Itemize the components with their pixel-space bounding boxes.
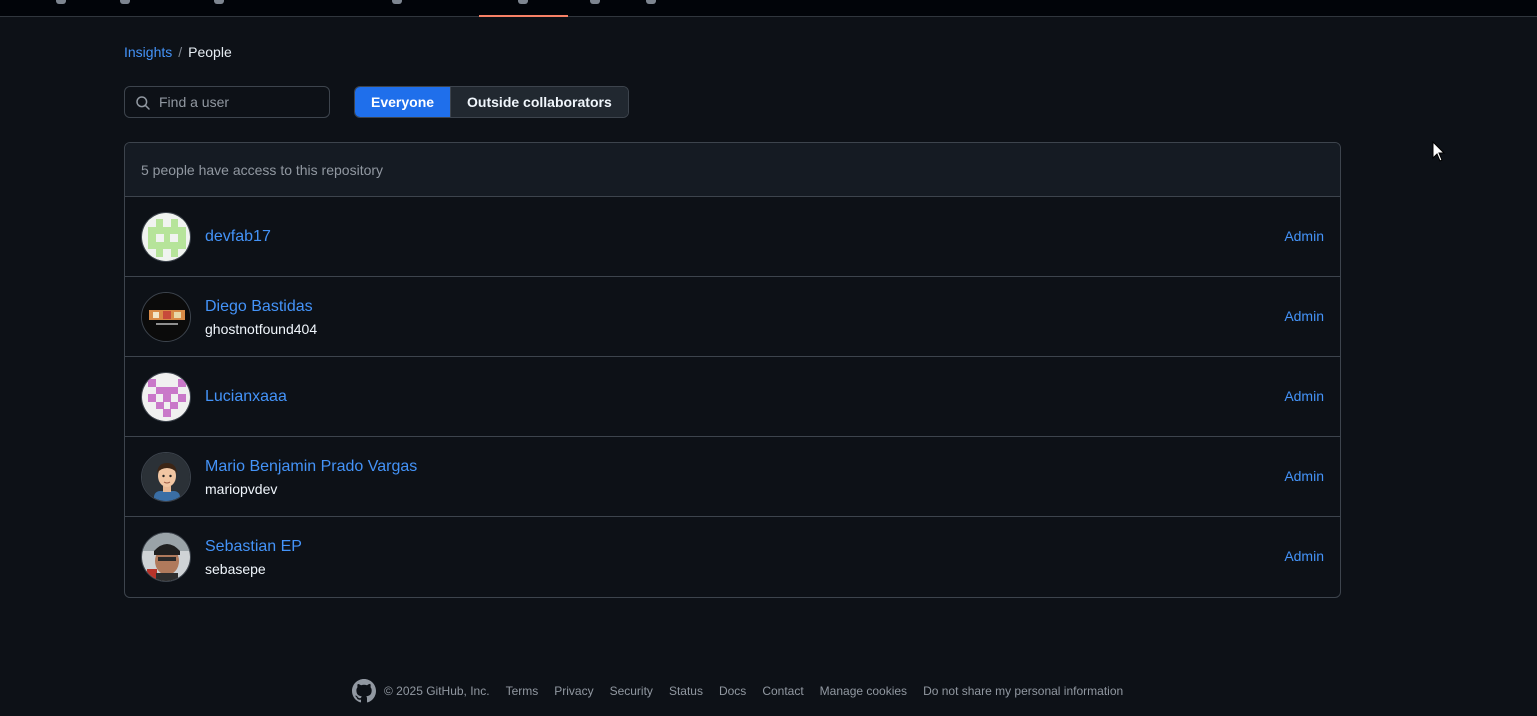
person-display-name[interactable]: Mario Benjamin Prado Vargas [205,456,417,478]
footer-link-terms[interactable]: Terms [506,684,539,698]
person-row: Lucianxaaa Admin [125,357,1340,437]
person-display-name[interactable]: Lucianxaaa [205,386,287,408]
person-login: mariopvdev [205,480,278,497]
breadcrumb: Insights / People [124,43,232,61]
breadcrumb-insights-link[interactable]: Insights [124,44,172,60]
role-link[interactable]: Admin [1284,308,1324,324]
nav-tab-insights[interactable] [518,0,528,4]
person-names: Lucianxaaa [205,357,287,437]
role-link[interactable]: Admin [1284,548,1324,564]
footer-copyright: © 2025 GitHub, Inc. [384,684,490,698]
people-filter-toggle: Everyone Outside collaborators [354,86,629,118]
person-row: Mario Benjamin Prado Vargas mariopvdev A… [125,437,1340,517]
photo-avatar [142,293,190,341]
person-login: ghostnotfound404 [205,320,318,337]
people-count-header: 5 people have access to this repository [125,143,1340,197]
role-link[interactable]: Admin [1284,468,1324,484]
footer-link-privacy[interactable]: Privacy [554,684,593,698]
role-link[interactable]: Admin [1284,228,1324,244]
footer-link-contact[interactable]: Contact [762,684,803,698]
person-names: devfab17 [205,197,271,277]
nav-tab-fragment[interactable] [646,0,656,4]
person-display-name[interactable]: Diego Bastidas [205,296,317,318]
nav-tab-fragment[interactable] [590,0,600,4]
person-login: sebasepe [205,560,266,577]
person-row: Sebastian EP sebasepe Admin [125,517,1340,597]
person-display-name[interactable]: devfab17 [205,226,271,248]
footer-link-manage-cookies[interactable]: Manage cookies [820,684,907,698]
cartoon-avatar [142,453,190,501]
search-icon [136,96,150,110]
identicon-avatar [142,213,190,261]
filter-everyone-button[interactable]: Everyone [355,87,451,117]
find-user-input[interactable] [157,87,327,117]
footer-link-security[interactable]: Security [610,684,653,698]
person-row: Diego Bastidas ghostnotfound404 Admin [125,277,1340,357]
person-row: devfab17 Admin [125,197,1340,277]
nav-tab-fragment[interactable] [56,0,66,4]
active-tab-indicator [479,15,568,17]
avatar[interactable] [141,212,191,262]
avatar[interactable] [141,292,191,342]
footer-link-status[interactable]: Status [669,684,703,698]
github-logo-icon[interactable] [352,679,376,703]
person-display-name[interactable]: Sebastian EP [205,536,302,558]
role-link[interactable]: Admin [1284,388,1324,404]
mouse-cursor-icon [1432,141,1446,162]
photo-avatar [142,533,190,581]
people-list-panel: 5 people have access to this repository … [124,142,1341,598]
find-user-search[interactable] [124,86,330,118]
footer-link-do-not-share[interactable]: Do not share my personal information [923,684,1123,698]
repo-nav-bar [0,0,1537,17]
person-names: Mario Benjamin Prado Vargas mariopvdev [205,437,417,517]
avatar[interactable] [141,372,191,422]
breadcrumb-current: People [188,44,232,60]
avatar[interactable] [141,452,191,502]
avatar[interactable] [141,532,191,582]
nav-tab-fragment[interactable] [392,0,402,4]
footer-link-docs[interactable]: Docs [719,684,746,698]
nav-tab-fragment[interactable] [214,0,224,4]
nav-tab-fragment[interactable] [120,0,130,4]
person-names: Diego Bastidas ghostnotfound404 [205,277,317,357]
site-footer: © 2025 GitHub, Inc. Terms Privacy Securi… [352,678,1139,704]
filter-outside-collaborators-button[interactable]: Outside collaborators [450,87,628,117]
identicon-avatar [142,373,190,421]
breadcrumb-separator: / [178,44,183,60]
person-names: Sebastian EP sebasepe [205,517,302,597]
